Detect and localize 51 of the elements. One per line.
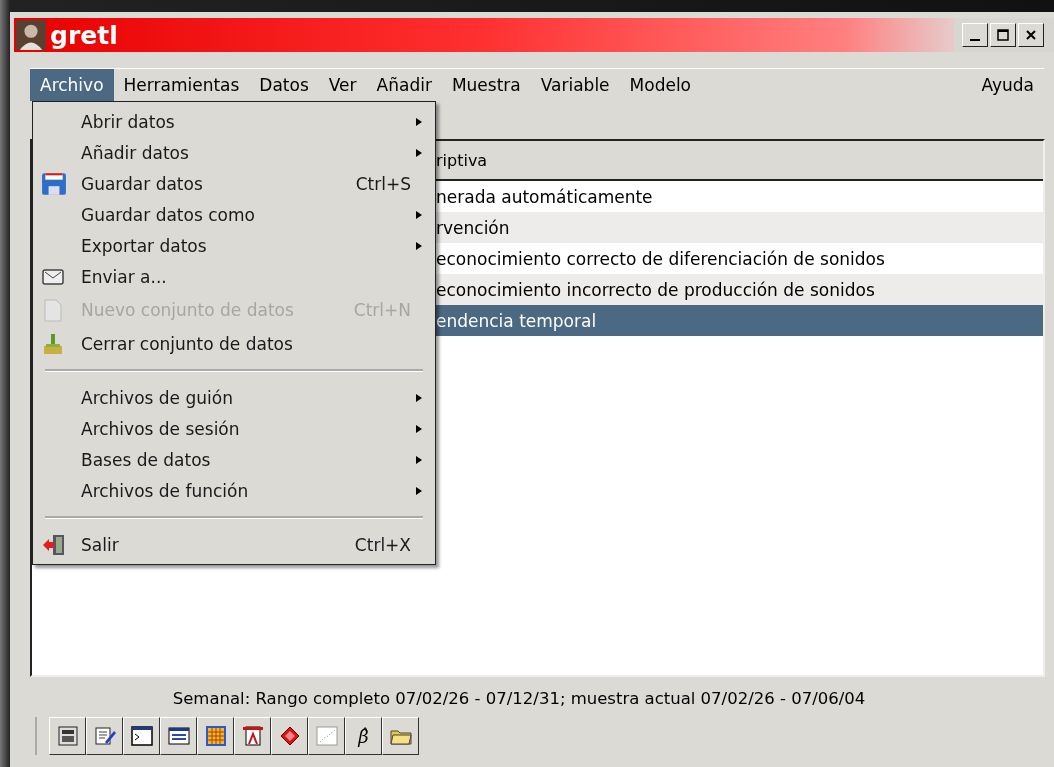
menu-bar-item[interactable]: Ver: [318, 69, 367, 101]
app-logo-icon: [16, 19, 46, 51]
window-title: gretl: [50, 20, 118, 50]
exit-icon: [41, 532, 67, 557]
status-text: Semanal: Rango completo 07/02/26 - 07/12/31; muestra actual 07/02/26 - 07/06/04: [171, 689, 867, 708]
calculator-button[interactable]: [49, 717, 86, 755]
menu-bar-item[interactable]: Modelo: [619, 69, 702, 101]
submenu-arrow-icon: [415, 392, 423, 403]
graph-button[interactable]: [308, 717, 345, 755]
menu-bar-item[interactable]: Muestra: [441, 69, 531, 101]
terminal-icon: [129, 724, 154, 748]
menu-bar-item[interactable]: Archivo: [30, 69, 114, 101]
menu-bar-item[interactable]: Datos: [249, 69, 319, 101]
pencil-note-icon: [92, 724, 117, 748]
menu-bar-item[interactable]: Herramientas: [113, 69, 250, 101]
menu-item[interactable]: Bases de datos: [33, 444, 435, 475]
pdf-button[interactable]: [234, 717, 271, 755]
edit-button[interactable]: [86, 717, 123, 755]
menu-item[interactable]: Archivos de función: [33, 475, 435, 506]
close-icon: [1024, 28, 1038, 42]
submenu-arrow-icon: [415, 454, 423, 465]
menu-bar-item[interactable]: Añadir: [366, 69, 442, 101]
submenu-arrow-icon: [415, 116, 423, 127]
menu-item[interactable]: Archivos de guión: [33, 382, 435, 413]
minimize-icon: [970, 39, 980, 41]
menu-bar-item[interactable]: Ayuda: [971, 69, 1044, 101]
open-button[interactable]: [382, 717, 419, 755]
submenu-arrow-icon: [415, 423, 423, 434]
menu-bar-item[interactable]: Variable: [530, 69, 620, 101]
session-button[interactable]: [160, 717, 197, 755]
model-button[interactable]: β̂: [345, 717, 382, 755]
submenu-arrow-icon: [415, 240, 423, 251]
scatter-plot-icon: [314, 724, 339, 748]
calculator-icon: [55, 724, 80, 748]
submenu-arrow-icon: [415, 485, 423, 496]
minimize-button[interactable]: [962, 23, 988, 47]
close-button[interactable]: [1018, 23, 1044, 47]
menu-item[interactable]: Archivos de sesión: [33, 413, 435, 444]
window-icon: [166, 724, 191, 748]
blank-document-icon: [41, 297, 65, 323]
submenu-arrow-icon: [415, 147, 423, 158]
menu-item[interactable]: Salir Ctrl+X: [33, 529, 435, 560]
help-button[interactable]: [271, 717, 308, 755]
console-button[interactable]: [123, 717, 160, 755]
document-icon: [240, 724, 265, 748]
grid-icon: [203, 724, 228, 748]
maximize-icon: [996, 28, 1010, 42]
matrix-button[interactable]: [197, 717, 234, 755]
maximize-button[interactable]: [990, 23, 1016, 47]
submenu-arrow-icon: [415, 209, 423, 220]
menu-item[interactable]: Abrir datos: [33, 106, 435, 137]
